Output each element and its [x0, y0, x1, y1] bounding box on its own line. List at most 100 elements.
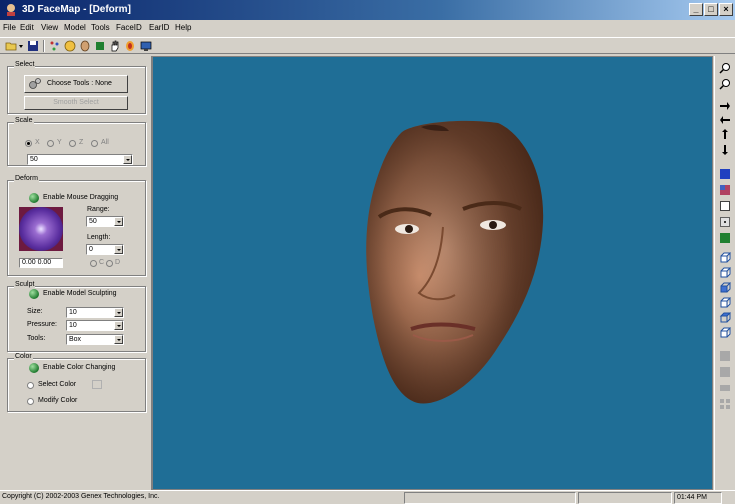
- close-button[interactable]: ×: [719, 3, 733, 16]
- points-square-icon[interactable]: [719, 216, 731, 228]
- face-model[interactable]: [153, 57, 714, 491]
- green-square-icon[interactable]: [94, 40, 106, 52]
- deform-c-radio[interactable]: [90, 260, 97, 267]
- scale-y-radio[interactable]: [47, 140, 54, 147]
- gray-tool-3-icon[interactable]: [719, 382, 731, 394]
- tools-label: Tools:: [27, 335, 46, 342]
- deform-sphere-preview[interactable]: [19, 207, 63, 251]
- cube-view-3-icon[interactable]: [719, 282, 731, 294]
- enable-color-label[interactable]: Enable Color Changing: [43, 364, 115, 371]
- enable-sculpting-icon[interactable]: [29, 289, 39, 299]
- toolbar-separator: [43, 40, 45, 52]
- cube-view-2-icon[interactable]: [719, 267, 731, 279]
- pressure-value: 10: [69, 322, 77, 329]
- chevron-down-icon[interactable]: [123, 155, 132, 164]
- scale-x-radio[interactable]: [25, 140, 32, 147]
- open-icon[interactable]: [5, 40, 17, 52]
- tools-select[interactable]: Box: [66, 334, 124, 345]
- modify-color-radio[interactable]: [27, 398, 34, 405]
- menu-help[interactable]: Help: [175, 23, 191, 32]
- enable-dragging-label[interactable]: Enable Mouse Dragging: [43, 194, 118, 201]
- color-head-icon[interactable]: [124, 40, 136, 52]
- scale-all-radio[interactable]: [91, 140, 98, 147]
- zoom-in-icon[interactable]: [719, 62, 731, 74]
- arrow-up-icon[interactable]: [719, 128, 731, 140]
- cube-view-5-icon[interactable]: [719, 312, 731, 324]
- pressure-select[interactable]: 10: [66, 320, 124, 331]
- menu-file[interactable]: File: [3, 23, 16, 32]
- range-select[interactable]: 50: [86, 216, 124, 227]
- face-icon[interactable]: [64, 40, 76, 52]
- maximize-button[interactable]: □: [704, 3, 718, 16]
- cube-view-6-icon[interactable]: [719, 327, 731, 339]
- gray-tool-2-icon[interactable]: [719, 366, 731, 378]
- arrow-right-icon[interactable]: [719, 100, 731, 112]
- points-icon[interactable]: [49, 40, 61, 52]
- chevron-down-icon[interactable]: [114, 217, 123, 226]
- textured-square-icon[interactable]: [719, 184, 731, 196]
- enable-sculpting-label[interactable]: Enable Model Sculpting: [43, 290, 117, 297]
- enable-dragging-icon[interactable]: [29, 193, 39, 203]
- chevron-down-icon[interactable]: [114, 335, 123, 344]
- arrow-left-icon[interactable]: [719, 114, 731, 126]
- screen-icon[interactable]: [140, 40, 152, 52]
- modify-color-label: Modify Color: [38, 397, 78, 404]
- chevron-down-icon[interactable]: [114, 308, 123, 317]
- chevron-down-icon[interactable]: [114, 321, 123, 330]
- size-value: 10: [69, 309, 77, 316]
- length-label: Length:: [87, 234, 111, 241]
- size-label: Size:: [27, 308, 43, 315]
- deform-group-label: Deform: [14, 175, 39, 182]
- menu-edit[interactable]: Edit: [20, 23, 34, 32]
- 3d-viewport[interactable]: [152, 56, 713, 490]
- menu-bar: File Edit View Model Tools FaceID EarID …: [0, 20, 735, 37]
- status-bar: Copyright (C) 2002-2003 Genex Technologi…: [0, 490, 735, 504]
- select-color-radio[interactable]: [27, 382, 34, 389]
- dropdown-arrow-icon[interactable]: [18, 40, 24, 52]
- cube-view-1-icon[interactable]: [719, 252, 731, 264]
- length-select[interactable]: 0: [86, 244, 124, 255]
- deform-d-radio[interactable]: [106, 260, 113, 267]
- sculpt-group-label: Sculpt: [14, 281, 36, 288]
- deform-sphere[interactable]: [19, 207, 63, 251]
- select-color-label: Select Color: [38, 381, 77, 388]
- menu-earid[interactable]: EarID: [149, 23, 169, 32]
- solid-blue-square-icon[interactable]: [719, 168, 731, 180]
- pressure-label: Pressure:: [27, 321, 57, 328]
- zoom-out-icon[interactable]: [719, 78, 731, 90]
- gray-tool-1-icon[interactable]: [719, 350, 731, 362]
- head-icon[interactable]: [79, 40, 91, 52]
- smooth-select-button[interactable]: Smooth Select: [24, 96, 128, 110]
- chevron-down-icon[interactable]: [114, 245, 123, 254]
- enable-color-icon[interactable]: [29, 363, 39, 373]
- status-panel-2: [578, 492, 672, 504]
- size-select[interactable]: 10: [66, 307, 124, 318]
- menu-view[interactable]: View: [41, 23, 58, 32]
- scale-z-radio[interactable]: [69, 140, 76, 147]
- color-swatch[interactable]: [92, 380, 102, 389]
- select-group: Select Choose Tools : None Smooth Select: [7, 61, 146, 114]
- gears-icon: [29, 78, 41, 89]
- wireframe-square-icon[interactable]: [719, 200, 731, 212]
- window-title: 3D FaceMap - [Deform]: [22, 4, 131, 15]
- choose-tools-button[interactable]: Choose Tools : None: [24, 75, 128, 93]
- menu-faceid[interactable]: FaceID: [116, 23, 142, 32]
- scale-value: 50: [30, 156, 38, 163]
- view-toolbar: [714, 56, 735, 490]
- menu-tools[interactable]: Tools: [91, 23, 110, 32]
- status-clock: 01:44 PM: [674, 492, 722, 504]
- minimize-button[interactable]: _: [689, 3, 703, 16]
- arrow-down-icon[interactable]: [719, 144, 731, 156]
- app-icon: [7, 4, 15, 16]
- scale-value-select[interactable]: 50: [27, 154, 133, 165]
- title-bar[interactable]: 3D FaceMap - [Deform] _ □ ×: [0, 0, 735, 20]
- gray-tool-4-icon[interactable]: [719, 398, 731, 410]
- app-window: 3D FaceMap - [Deform] _ □ × File Edit Vi…: [0, 0, 735, 504]
- hand-icon[interactable]: [109, 40, 121, 52]
- cube-view-4-icon[interactable]: [719, 297, 731, 309]
- status-panel-1: [404, 492, 576, 504]
- control-panel: Select Choose Tools : None Smooth Select…: [0, 56, 152, 490]
- save-icon[interactable]: [27, 40, 39, 52]
- menu-model[interactable]: Model: [64, 23, 86, 32]
- green-square-icon[interactable]: [719, 232, 731, 244]
